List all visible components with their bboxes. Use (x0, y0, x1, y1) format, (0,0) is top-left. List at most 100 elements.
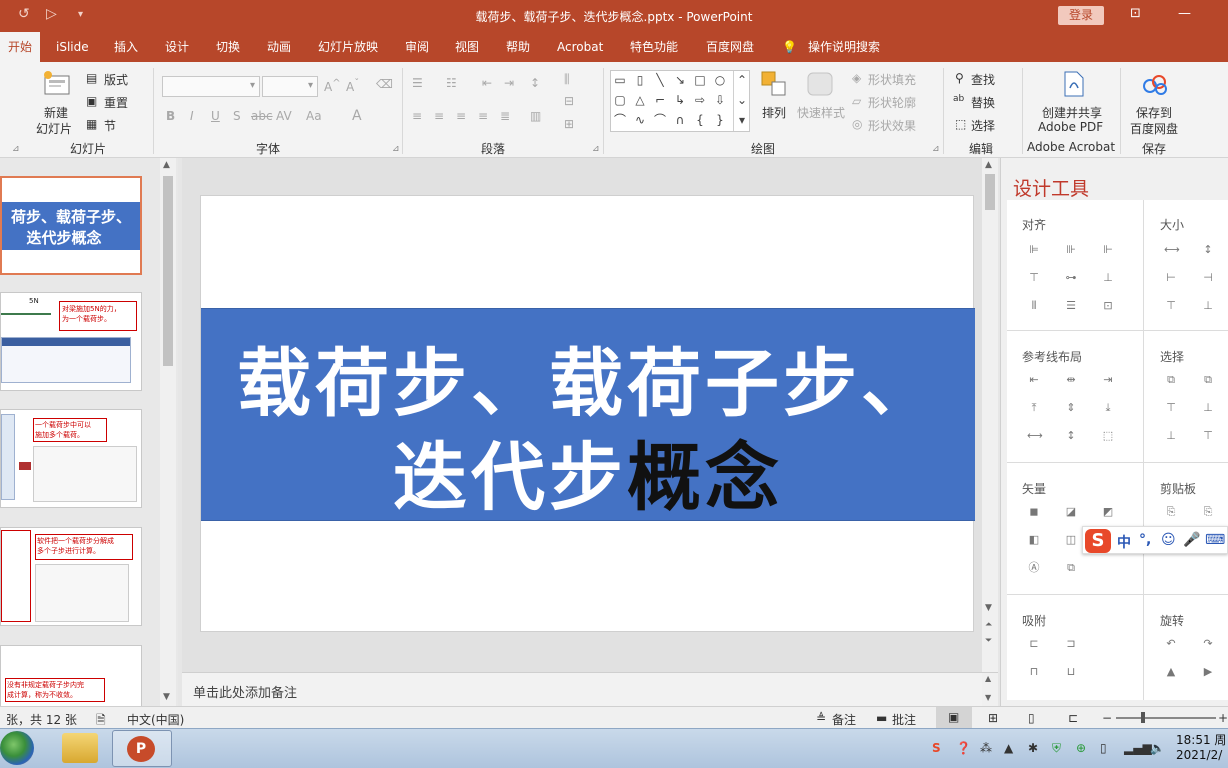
guide-center-icon[interactable]: ⇹ (1064, 374, 1078, 386)
help-tray-icon[interactable]: ❓ (956, 741, 971, 755)
distribute-vertical-icon[interactable]: ☰ (1064, 300, 1078, 312)
align-right-icon[interactable]: ⊩ (1101, 244, 1115, 256)
replace-button[interactable]: 替换 (971, 94, 995, 111)
align-top-icon[interactable]: ⊤ (1027, 272, 1041, 284)
arrange-button[interactable]: 排列 (762, 104, 786, 121)
align-center-icon[interactable]: ⊪ (1064, 244, 1078, 256)
align-right-icon[interactable]: ≡ (456, 109, 466, 123)
sogou-tray-icon[interactable]: S (932, 741, 941, 755)
save-baidu-label-1[interactable]: 保存到 (1136, 104, 1172, 121)
slide-thumbnail-4[interactable]: 软件把一个载荷步分解成 多个子步进行计算。 (0, 527, 142, 626)
tab-animations[interactable]: 动画 (267, 32, 291, 62)
ribbon-display-options-icon[interactable]: ⊡ (1130, 6, 1141, 21)
scroll-up-icon[interactable]: ▲ (985, 160, 992, 170)
guide-width-icon[interactable]: ⟷ (1027, 430, 1043, 442)
slide-canvas[interactable]: 载荷步、载荷子步、 迭代步概念 (200, 195, 975, 632)
ime-voice-icon[interactable]: 🎤 (1183, 532, 1200, 548)
align-bottom-icon[interactable]: ⊥ (1101, 272, 1115, 284)
decrease-font-icon[interactable]: Aˇ (346, 78, 359, 94)
reading-view-icon[interactable]: ▯ (1028, 711, 1035, 725)
signal-tray-icon[interactable]: ▂▄▆ (1124, 741, 1152, 755)
extend-right-icon[interactable]: ⊣ (1201, 272, 1215, 284)
select-button[interactable]: 选择 (971, 117, 995, 134)
down-arrow-shape-icon[interactable]: ⇩ (713, 94, 727, 107)
dialog-launcher-icon[interactable]: ⊿ (392, 144, 400, 154)
arrow-line-shape-icon[interactable]: ↘ (673, 74, 687, 87)
bold-icon[interactable]: B (166, 109, 175, 123)
zoom-slider-thumb[interactable] (1141, 712, 1145, 723)
shape-effects-button[interactable]: 形状效果 (868, 117, 916, 134)
dialog-launcher-icon[interactable]: ⊿ (932, 144, 940, 154)
next-slide-icon[interactable]: ⏷ (985, 636, 992, 646)
change-case-icon[interactable]: Aa (306, 109, 322, 123)
new-slide-label-2[interactable]: 幻灯片 (36, 120, 72, 137)
increase-font-icon[interactable]: A^ (324, 78, 341, 94)
guide-height-icon[interactable]: ↕ (1064, 430, 1078, 442)
vertical-textbox-shape-icon[interactable]: ▯ (633, 74, 647, 87)
bullets-icon[interactable]: ☰ (412, 76, 423, 90)
rotate-right-icon[interactable]: ↷ (1201, 638, 1215, 650)
extend-top-icon[interactable]: ⊤ (1164, 300, 1178, 312)
tab-design[interactable]: 设计 (165, 32, 189, 62)
right-brace-shape-icon[interactable]: } (713, 114, 727, 127)
ime-mode-indicator[interactable]: 中 (1117, 532, 1131, 552)
numbering-icon[interactable]: ☷ (446, 76, 457, 90)
copy-icon[interactable]: ⎘ (1164, 506, 1178, 518)
right-arrow-shape-icon[interactable]: ⇨ (693, 94, 707, 107)
section-button[interactable]: 节 (104, 117, 116, 134)
columns-icon[interactable]: ▥ (530, 109, 541, 123)
volume-tray-icon[interactable]: 🔈 (1150, 741, 1165, 755)
slide-thumbnail-3[interactable]: 一个载荷步中可以 施加多个载荷。 (0, 409, 142, 508)
show-hidden-icons[interactable]: ▲ (1004, 741, 1013, 755)
shapes-gallery[interactable]: ▭ ▯ ╲ ↘ □ ○ ▢ △ ⌐ ↳ ⇨ ⇩ ⌒ ∿ ⌒ ∩ { } ⌃ ⌄ … (610, 70, 750, 132)
underline-icon[interactable]: U (211, 109, 220, 123)
zoom-in-icon[interactable]: + (1218, 711, 1228, 725)
start-button[interactable] (0, 731, 34, 765)
ime-punctuation-icon[interactable]: °, (1139, 532, 1151, 548)
powerpoint-taskbar-button[interactable]: P (112, 730, 172, 767)
baidu-cloud-icon[interactable] (1140, 70, 1170, 98)
scroll-down-icon[interactable]: ▼ (985, 693, 991, 702)
left-brace-shape-icon[interactable]: { (693, 114, 707, 127)
justify-icon[interactable]: ≡ (478, 109, 488, 123)
tab-baidu-netdisk[interactable]: 百度网盘 (706, 32, 754, 62)
align-left-icon[interactable]: ≡ (412, 109, 422, 123)
notes-pane[interactable]: 单击此处添加备注 ▲ ▼ (182, 672, 998, 706)
tab-islide[interactable]: iSlide (56, 32, 89, 62)
normal-view-button[interactable]: ▣ (936, 707, 972, 728)
device-tray-icon[interactable]: ▯ (1100, 741, 1107, 755)
create-pdf-icon[interactable] (1058, 70, 1088, 98)
save-baidu-label-2[interactable]: 百度网盘 (1130, 120, 1178, 137)
font-size-combo[interactable]: ▾ (262, 76, 318, 97)
snap-top-icon[interactable]: ⊓ (1027, 666, 1041, 678)
snap-bottom-icon[interactable]: ⊔ (1064, 666, 1078, 678)
guide-right-icon[interactable]: ⇥ (1101, 374, 1115, 386)
align-text-icon[interactable]: ⊟ (564, 94, 574, 108)
arrange-icon[interactable] (760, 70, 790, 98)
minimize-icon[interactable]: — (1178, 6, 1191, 21)
subtract-icon[interactable]: ◫ (1064, 534, 1078, 546)
slide-thumbnail-5[interactable]: 没有非规定载荷子步内完 成计算，称为不收敛。 (0, 645, 142, 706)
line-spacing-icon[interactable]: ↕ (530, 76, 540, 90)
shape-outline-button[interactable]: 形状轮廓 (868, 94, 916, 111)
font-name-combo[interactable]: ▾ (162, 76, 260, 97)
dialog-launcher-icon[interactable]: ⊿ (592, 144, 600, 154)
taskbar-clock[interactable]: 18:51 周 2021/2/ (1176, 733, 1226, 763)
triangle-shape-icon[interactable]: △ (633, 94, 647, 107)
slide-title-line-1[interactable]: 载荷步、载荷子步、 (201, 324, 975, 431)
login-button[interactable]: 登录 (1058, 6, 1104, 25)
find-button[interactable]: 查找 (971, 71, 995, 88)
select-same-icon[interactable]: ⧉ (1164, 374, 1178, 386)
tab-review[interactable]: 审阅 (405, 32, 429, 62)
oval-shape-icon[interactable]: ○ (713, 74, 727, 87)
strikethrough-icon[interactable]: abc (251, 109, 273, 123)
select-top-icon[interactable]: ⊤ (1164, 402, 1178, 414)
select-bottom-icon[interactable]: ⊤ (1201, 430, 1215, 442)
thumbnails-scrollbar[interactable]: ▲ ▼ (160, 158, 176, 706)
smartart-icon[interactable]: ⊞ (564, 117, 574, 131)
slide-thumbnail-1[interactable]: 荷步、载荷子步、 迭代步概念 (0, 176, 142, 275)
guide-left-icon[interactable]: ⇤ (1027, 374, 1041, 386)
slide-title-line-2[interactable]: 迭代步概念 (201, 418, 975, 525)
decrease-indent-icon[interactable]: ⇤ (482, 76, 492, 90)
curve-shape-icon[interactable]: ⌒ (653, 114, 667, 127)
